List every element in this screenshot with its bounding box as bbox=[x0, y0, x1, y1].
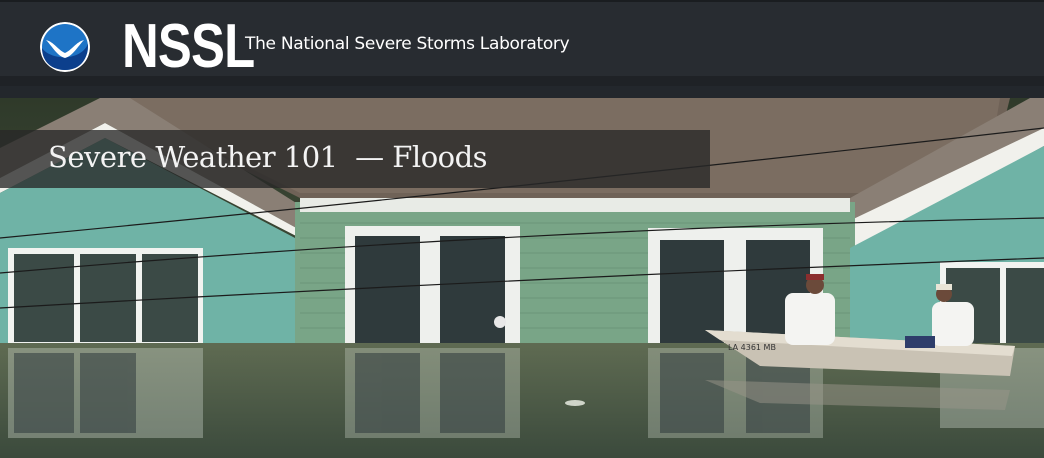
site-logo-wordmark[interactable]: NSSL bbox=[122, 16, 255, 78]
page-title: Severe Weather 101 — Floods bbox=[48, 140, 488, 174]
site-header: NSSL The National Severe Storms Laborato… bbox=[0, 0, 1044, 86]
boat-registration: LA 4361 MB bbox=[728, 343, 776, 352]
site-tagline: The National Severe Storms Laboratory bbox=[245, 34, 570, 54]
noaa-logo-icon[interactable] bbox=[40, 22, 90, 72]
